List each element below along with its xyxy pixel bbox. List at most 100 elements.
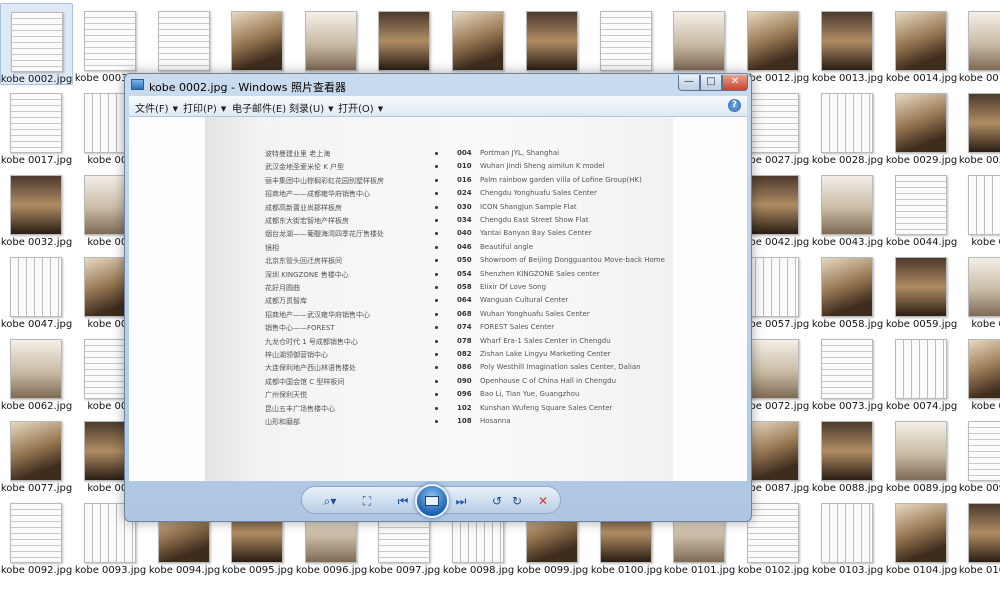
slideshow-button[interactable] bbox=[415, 484, 449, 518]
toc-chinese-title: 镜相 bbox=[265, 243, 279, 252]
menu-file[interactable]: 文件(F) ▼ bbox=[135, 100, 178, 115]
bullet-dot bbox=[435, 232, 438, 236]
file-thumbnail[interactable]: kobe 006 bbox=[958, 249, 1000, 331]
file-thumbnail[interactable]: kobe 0088.jpg bbox=[811, 413, 884, 495]
file-name-label: kobe 0097.jpg bbox=[368, 565, 441, 576]
photo-viewer-window: kobe 0002.jpg - Windows 照片查看器 — □ ✕ 文件(F… bbox=[124, 73, 752, 522]
help-icon[interactable]: ? bbox=[728, 99, 741, 112]
toc-row: 大连保利地产西山林语售楼处 086 Poly Westhill Imaginatio… bbox=[205, 363, 673, 376]
file-name-label: kobe 0059.jpg bbox=[885, 319, 958, 330]
file-name-label: kobe 0098.jpg bbox=[442, 565, 515, 576]
file-thumbnail[interactable]: kobe 0032.jpg bbox=[0, 167, 73, 249]
file-thumbnail[interactable]: kobe 0104.jpg bbox=[885, 495, 958, 577]
bullet-dot bbox=[435, 420, 438, 423]
toc-row: 广州保利天悦 096 Bao Li, Tian Yue, Guangzhou bbox=[205, 390, 673, 403]
file-thumbnail[interactable]: kobe 0028.jpg bbox=[811, 85, 884, 167]
viewer-toolbar: ⌕▾ ⛶ ⏮ ⏭ ↺ ↻ ✕ bbox=[129, 481, 747, 519]
file-thumbnail[interactable]: kobe 0013.jpg bbox=[811, 3, 884, 85]
toc-row: 山形和磨部 108 Hosanna bbox=[205, 417, 673, 430]
menu-email[interactable]: 电子邮件(E) bbox=[232, 100, 290, 115]
file-thumbnail[interactable]: kobe 0090.jpg bbox=[958, 413, 1000, 495]
thumbnail-image bbox=[895, 93, 947, 153]
image-display-area[interactable]: 波特曼建业里 老上海 004 Portman JYL, Shanghai 武汉金地圣爱… bbox=[129, 117, 747, 481]
toc-chinese-title: 招商地产——武汉雍华府销售中心 bbox=[265, 310, 370, 319]
file-name-label: kobe 0014.jpg bbox=[885, 73, 958, 84]
toc-english-title: Shenzhen KINGZONE Sales center bbox=[480, 269, 600, 278]
toc-chinese-title: 销售中心——FOREST bbox=[265, 324, 335, 333]
file-thumbnail[interactable]: kobe 0074.jpg bbox=[885, 331, 958, 413]
toc-chinese-title: 丽丰集团中山棕榈彩虹花园别墅样板房 bbox=[265, 176, 384, 185]
thumbnail-image bbox=[821, 503, 873, 563]
toc-english-title: Wuhan Jindi Sheng aimilun K model bbox=[480, 162, 605, 171]
next-icon[interactable]: ⏭ bbox=[452, 493, 470, 509]
toolbar-controls: ⌕▾ ⛶ ⏮ ⏭ ↺ ↻ ✕ bbox=[301, 484, 561, 518]
minimize-button[interactable]: — bbox=[678, 75, 700, 91]
file-name-label: kobe 0077.jpg bbox=[0, 483, 73, 494]
zoom-icon[interactable]: ⌕▾ bbox=[316, 493, 344, 509]
thumbnail-image bbox=[968, 257, 1000, 317]
maximize-button[interactable]: □ bbox=[700, 75, 722, 91]
toc-page-number: 068 bbox=[457, 309, 472, 318]
file-thumbnail[interactable]: kobe 0103.jpg bbox=[811, 495, 884, 577]
toc-page-number: 024 bbox=[457, 189, 472, 198]
toc-english-title: Poly Westhill Imagination sales Center, … bbox=[480, 363, 641, 372]
bullet-dot bbox=[435, 366, 438, 370]
file-thumbnail[interactable]: kobe 0077.jpg bbox=[0, 413, 73, 495]
thumbnail-image bbox=[821, 339, 873, 399]
file-thumbnail[interactable]: kobe 0073.jpg bbox=[811, 331, 884, 413]
thumbnail-image bbox=[673, 11, 725, 71]
toc-row: 梓山湖领御营销中心 082 Zishan Lake Lingyu Marketing… bbox=[205, 350, 673, 363]
file-thumbnail[interactable]: kobe 0029.jpg bbox=[885, 85, 958, 167]
viewer-titlebar[interactable]: kobe 0002.jpg - Windows 照片查看器 — □ ✕ bbox=[125, 74, 751, 96]
bullet-dot bbox=[435, 286, 438, 289]
bullet-dot bbox=[435, 192, 438, 196]
file-thumbnail[interactable]: kobe 0014.jpg bbox=[885, 3, 958, 85]
toc-english-title: Portman JYL, Shanghai bbox=[480, 149, 560, 157]
thumbnail-image bbox=[821, 175, 873, 235]
file-name-label: kobe 0089.jpg bbox=[885, 483, 958, 494]
actual-size-icon[interactable]: ⛶ bbox=[358, 493, 376, 509]
file-name-label: kobe 0062.jpg bbox=[0, 401, 73, 412]
file-thumbnail[interactable]: kobe 0017.jpg bbox=[0, 85, 73, 167]
toc-chinese-title: 广州保利天悦 bbox=[265, 391, 307, 400]
toc-chinese-title: 大连保利地产西山林语售楼处 bbox=[265, 364, 356, 373]
bullet-dot bbox=[435, 178, 438, 182]
previous-icon[interactable]: ⏮ bbox=[394, 493, 412, 509]
file-thumbnail[interactable]: kobe 0089.jpg bbox=[885, 413, 958, 495]
toc-chinese-title: 烟台龙湖——葡醍海湾四季花厅售楼处 bbox=[265, 230, 384, 239]
toc-chinese-title: 花好月圆曲 bbox=[265, 284, 300, 292]
rotate-counterclockwise-icon[interactable]: ↺ bbox=[488, 493, 506, 509]
file-thumbnail[interactable]: kobe 0043.jpg bbox=[811, 167, 884, 249]
file-thumbnail[interactable]: kobe 004 bbox=[958, 167, 1000, 249]
file-thumbnail[interactable]: kobe 0030.jpg bbox=[958, 85, 1000, 167]
toc-row: 销售中心——FOREST 074 FOREST Sales Center bbox=[205, 323, 673, 336]
delete-icon[interactable]: ✕ bbox=[534, 493, 552, 509]
thumbnail-image bbox=[747, 175, 799, 235]
file-thumbnail[interactable]: kobe 0058.jpg bbox=[811, 249, 884, 331]
toc-row: 成都万贯智库 064 Wanguan Cultural Center bbox=[205, 296, 673, 309]
toc-page-number: 040 bbox=[457, 229, 472, 238]
bullet-dot bbox=[435, 326, 438, 330]
file-thumbnail[interactable]: kobe 0047.jpg bbox=[0, 249, 73, 331]
toc-page-number: 054 bbox=[457, 269, 472, 278]
toc-page-number: 090 bbox=[457, 376, 472, 385]
file-thumbnail[interactable]: kobe 0015.jpg bbox=[958, 3, 1000, 85]
file-name-label: kobe 0074.jpg bbox=[885, 401, 958, 412]
thumbnail-image bbox=[821, 257, 873, 317]
file-thumbnail[interactable]: kobe 0092.jpg bbox=[0, 495, 73, 577]
menu-burn[interactable]: 刻录(U) ▼ bbox=[289, 100, 334, 115]
file-thumbnail-selected[interactable]: kobe 0002.jpg bbox=[0, 3, 73, 85]
file-thumbnail[interactable]: kobe 007 bbox=[958, 331, 1000, 413]
thumbnail-image bbox=[895, 339, 947, 399]
file-thumbnail[interactable]: kobe 0105.jpg bbox=[958, 495, 1000, 577]
close-button[interactable]: ✕ bbox=[722, 75, 748, 91]
menu-open[interactable]: 打开(O) ▼ bbox=[338, 100, 383, 115]
thumbnail-image bbox=[10, 93, 62, 153]
file-thumbnail[interactable]: kobe 0062.jpg bbox=[0, 331, 73, 413]
toc-chinese-title: 招商地产——成都雍华府销售中心 bbox=[265, 190, 370, 199]
toc-english-title: Chengdu Yonghuafu Sales Center bbox=[480, 189, 597, 198]
file-thumbnail[interactable]: kobe 0059.jpg bbox=[885, 249, 958, 331]
menu-print[interactable]: 打印(P) ▼ bbox=[183, 100, 226, 115]
rotate-clockwise-icon[interactable]: ↻ bbox=[508, 493, 526, 509]
file-thumbnail[interactable]: kobe 0044.jpg bbox=[885, 167, 958, 249]
